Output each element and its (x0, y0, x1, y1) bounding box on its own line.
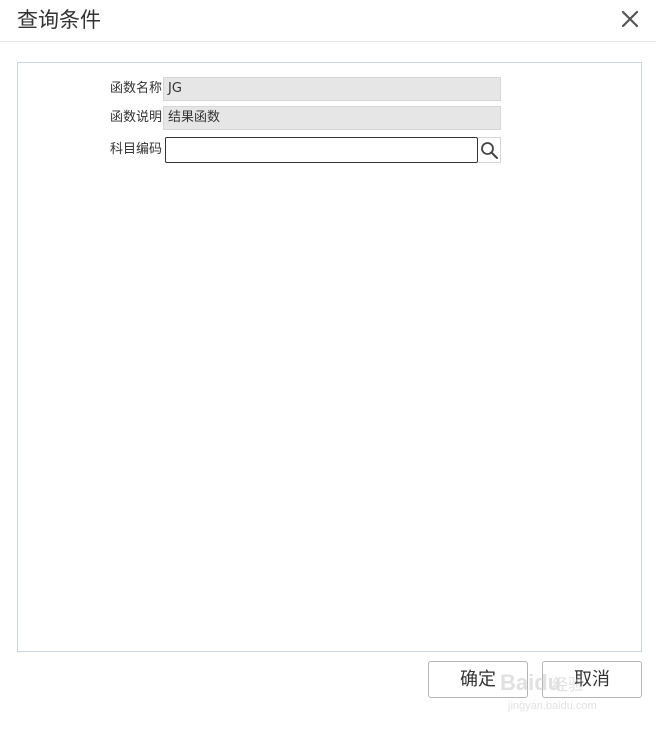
form-panel: 函数名称 JG 函数说明 结果函数 科目编码 (17, 62, 642, 652)
ok-button[interactable]: 确定 (428, 661, 528, 698)
search-icon (481, 142, 498, 159)
function-name-row: 函数名称 JG (18, 77, 643, 101)
subject-code-label: 科目编码 (109, 142, 162, 157)
function-desc-label: 函数说明 (109, 110, 162, 125)
subject-code-row: 科目编码 (18, 137, 643, 163)
function-name-field: JG (163, 77, 501, 101)
function-name-label: 函数名称 (109, 81, 162, 96)
subject-code-input[interactable] (165, 137, 478, 163)
watermark-url: jingyan.baidu.com (508, 700, 597, 712)
function-desc-field: 结果函数 (163, 106, 501, 130)
cancel-button[interactable]: 取消 (542, 661, 642, 698)
dialog-title: 查询条件 (17, 8, 101, 32)
dialog-titlebar: 查询条件 (0, 0, 656, 42)
query-dialog: 查询条件 函数名称 JG 函数说明 结果函数 科目编码 确定 取消 Baidu … (0, 0, 656, 736)
subject-code-search-button[interactable] (478, 137, 501, 163)
close-icon (621, 10, 639, 28)
function-desc-row: 函数说明 结果函数 (18, 106, 643, 130)
close-button[interactable] (614, 4, 646, 34)
